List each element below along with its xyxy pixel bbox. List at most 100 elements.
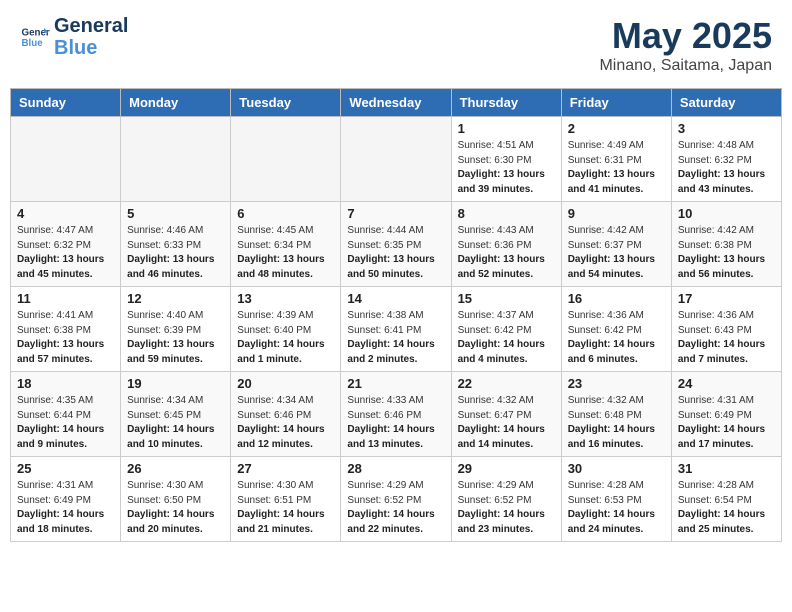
daylight-label: Daylight: 13 hours and 59 minutes. (127, 339, 214, 365)
calendar-cell: 21 Sunrise: 4:33 AMSunset: 6:46 PMDayligh… (341, 372, 451, 457)
daylight-label: Daylight: 13 hours and 39 minutes. (458, 169, 545, 195)
day-number: 5 (127, 206, 224, 221)
day-number: 27 (237, 461, 334, 476)
calendar-cell: 5 Sunrise: 4:46 AMSunset: 6:33 PMDaylight… (121, 202, 231, 287)
day-number: 23 (568, 376, 665, 391)
day-number: 16 (568, 291, 665, 306)
day-number: 30 (568, 461, 665, 476)
calendar-cell: 28 Sunrise: 4:29 AMSunset: 6:52 PMDayligh… (341, 457, 451, 542)
calendar-cell: 12 Sunrise: 4:40 AMSunset: 6:39 PMDayligh… (121, 287, 231, 372)
day-info: Sunrise: 4:33 AMSunset: 6:46 PMDaylight:… (347, 394, 444, 452)
day-info: Sunrise: 4:34 AMSunset: 6:46 PMDaylight:… (237, 394, 334, 452)
calendar-cell: 10 Sunrise: 4:42 AMSunset: 6:38 PMDayligh… (671, 202, 781, 287)
day-number: 29 (458, 461, 555, 476)
day-info: Sunrise: 4:49 AMSunset: 6:31 PMDaylight:… (568, 139, 665, 197)
daylight-label: Daylight: 14 hours and 25 minutes. (678, 509, 765, 535)
calendar-cell: 27Sunrise: 4:30 AMSunset: 6:51 PMDayligh… (231, 457, 341, 542)
day-number: 11 (17, 291, 114, 306)
day-info: Sunrise: 4:39 AMSunset: 6:40 PMDaylight:… (237, 309, 334, 367)
daylight-label: Daylight: 14 hours and 14 minutes. (458, 424, 545, 450)
day-info: Sunrise: 4:29 AMSunset: 6:52 PMDaylight:… (347, 479, 444, 537)
calendar-cell: 23 Sunrise: 4:32 AMSunset: 6:48 PMDayligh… (561, 372, 671, 457)
day-info: Sunrise: 4:37 AMSunset: 6:42 PMDaylight:… (458, 309, 555, 367)
calendar-cell: 29Sunrise: 4:29 AMSunset: 6:52 PMDayligh… (451, 457, 561, 542)
calendar-cell: 18Sunrise: 4:35 AMSunset: 6:44 PMDayligh… (11, 372, 121, 457)
day-info: Sunrise: 4:36 AMSunset: 6:43 PMDaylight:… (678, 309, 775, 367)
daylight-label: Daylight: 13 hours and 46 minutes. (127, 254, 214, 280)
weekday-header-sunday: Sunday (11, 89, 121, 117)
location: Minano, Saitama, Japan (599, 57, 772, 75)
daylight-label: Daylight: 14 hours and 7 minutes. (678, 339, 765, 365)
calendar-cell: 9Sunrise: 4:42 AMSunset: 6:37 PMDaylight… (561, 202, 671, 287)
svg-text:General: General (22, 28, 51, 39)
calendar-week-4: 18Sunrise: 4:35 AMSunset: 6:44 PMDayligh… (11, 372, 782, 457)
day-number: 9 (568, 206, 665, 221)
day-number: 15 (458, 291, 555, 306)
day-number: 31 (678, 461, 775, 476)
calendar-cell (231, 117, 341, 202)
day-info: Sunrise: 4:28 AMSunset: 6:53 PMDaylight:… (568, 479, 665, 537)
weekday-header-saturday: Saturday (671, 89, 781, 117)
calendar-cell: 3Sunrise: 4:48 AMSunset: 6:32 PMDaylight… (671, 117, 781, 202)
daylight-label: Daylight: 14 hours and 18 minutes. (17, 509, 104, 535)
daylight-label: Daylight: 14 hours and 9 minutes. (17, 424, 104, 450)
calendar-cell (121, 117, 231, 202)
day-number: 8 (458, 206, 555, 221)
calendar-cell: 31Sunrise: 4:28 AMSunset: 6:54 PMDayligh… (671, 457, 781, 542)
day-info: Sunrise: 4:46 AMSunset: 6:33 PMDaylight:… (127, 224, 224, 282)
calendar-cell: 4 Sunrise: 4:47 AMSunset: 6:32 PMDaylight… (11, 202, 121, 287)
day-info: Sunrise: 4:32 AMSunset: 6:48 PMDaylight:… (568, 394, 665, 452)
daylight-label: Daylight: 13 hours and 57 minutes. (17, 339, 104, 365)
day-number: 21 (347, 376, 444, 391)
day-info: Sunrise: 4:41 AMSunset: 6:38 PMDaylight:… (17, 309, 114, 367)
day-number: 22 (458, 376, 555, 391)
page-header: General Blue GeneralBlue May 2025 Minano… (10, 10, 782, 80)
daylight-label: Daylight: 13 hours and 54 minutes. (568, 254, 655, 280)
day-info: Sunrise: 4:44 AMSunset: 6:35 PMDaylight:… (347, 224, 444, 282)
daylight-label: Daylight: 14 hours and 4 minutes. (458, 339, 545, 365)
daylight-label: Daylight: 14 hours and 6 minutes. (568, 339, 655, 365)
day-number: 1 (458, 121, 555, 136)
calendar-cell (11, 117, 121, 202)
day-number: 12 (127, 291, 224, 306)
day-info: Sunrise: 4:35 AMSunset: 6:44 PMDaylight:… (17, 394, 114, 452)
daylight-label: Daylight: 14 hours and 10 minutes. (127, 424, 214, 450)
day-info: Sunrise: 4:36 AMSunset: 6:42 PMDaylight:… (568, 309, 665, 367)
day-info: Sunrise: 4:47 AMSunset: 6:32 PMDaylight:… (17, 224, 114, 282)
weekday-header-monday: Monday (121, 89, 231, 117)
calendar-cell: 6Sunrise: 4:45 AMSunset: 6:34 PMDaylight… (231, 202, 341, 287)
calendar-week-2: 4 Sunrise: 4:47 AMSunset: 6:32 PMDaylight… (11, 202, 782, 287)
day-number: 2 (568, 121, 665, 136)
daylight-label: Daylight: 14 hours and 13 minutes. (347, 424, 434, 450)
day-number: 10 (678, 206, 775, 221)
day-number: 3 (678, 121, 775, 136)
weekday-header-thursday: Thursday (451, 89, 561, 117)
title-area: May 2025 Minano, Saitama, Japan (599, 15, 772, 75)
day-info: Sunrise: 4:32 AMSunset: 6:47 PMDaylight:… (458, 394, 555, 452)
daylight-label: Daylight: 14 hours and 21 minutes. (237, 509, 324, 535)
day-number: 28 (347, 461, 444, 476)
day-info: Sunrise: 4:34 AMSunset: 6:45 PMDaylight:… (127, 394, 224, 452)
daylight-label: Daylight: 13 hours and 41 minutes. (568, 169, 655, 195)
day-info: Sunrise: 4:30 AMSunset: 6:50 PMDaylight:… (127, 479, 224, 537)
calendar-table: SundayMondayTuesdayWednesdayThursdayFrid… (10, 88, 782, 542)
calendar-cell: 19 Sunrise: 4:34 AMSunset: 6:45 PMDayligh… (121, 372, 231, 457)
day-info: Sunrise: 4:40 AMSunset: 6:39 PMDaylight:… (127, 309, 224, 367)
daylight-label: Daylight: 13 hours and 56 minutes. (678, 254, 765, 280)
day-info: Sunrise: 4:42 AMSunset: 6:38 PMDaylight:… (678, 224, 775, 282)
daylight-label: Daylight: 13 hours and 45 minutes. (17, 254, 104, 280)
day-number: 6 (237, 206, 334, 221)
daylight-label: Daylight: 14 hours and 22 minutes. (347, 509, 434, 535)
calendar-week-3: 11 Sunrise: 4:41 AMSunset: 6:38 PMDayligh… (11, 287, 782, 372)
day-info: Sunrise: 4:31 AMSunset: 6:49 PMDaylight:… (17, 479, 114, 537)
day-number: 4 (17, 206, 114, 221)
calendar-cell: 11 Sunrise: 4:41 AMSunset: 6:38 PMDayligh… (11, 287, 121, 372)
weekday-header-wednesday: Wednesday (341, 89, 451, 117)
day-number: 13 (237, 291, 334, 306)
day-number: 25 (17, 461, 114, 476)
day-number: 19 (127, 376, 224, 391)
day-info: Sunrise: 4:43 AMSunset: 6:36 PMDaylight:… (458, 224, 555, 282)
day-number: 24 (678, 376, 775, 391)
calendar-cell: 2 Sunrise: 4:49 AMSunset: 6:31 PMDaylight… (561, 117, 671, 202)
calendar-cell: 15 Sunrise: 4:37 AMSunset: 6:42 PMDayligh… (451, 287, 561, 372)
